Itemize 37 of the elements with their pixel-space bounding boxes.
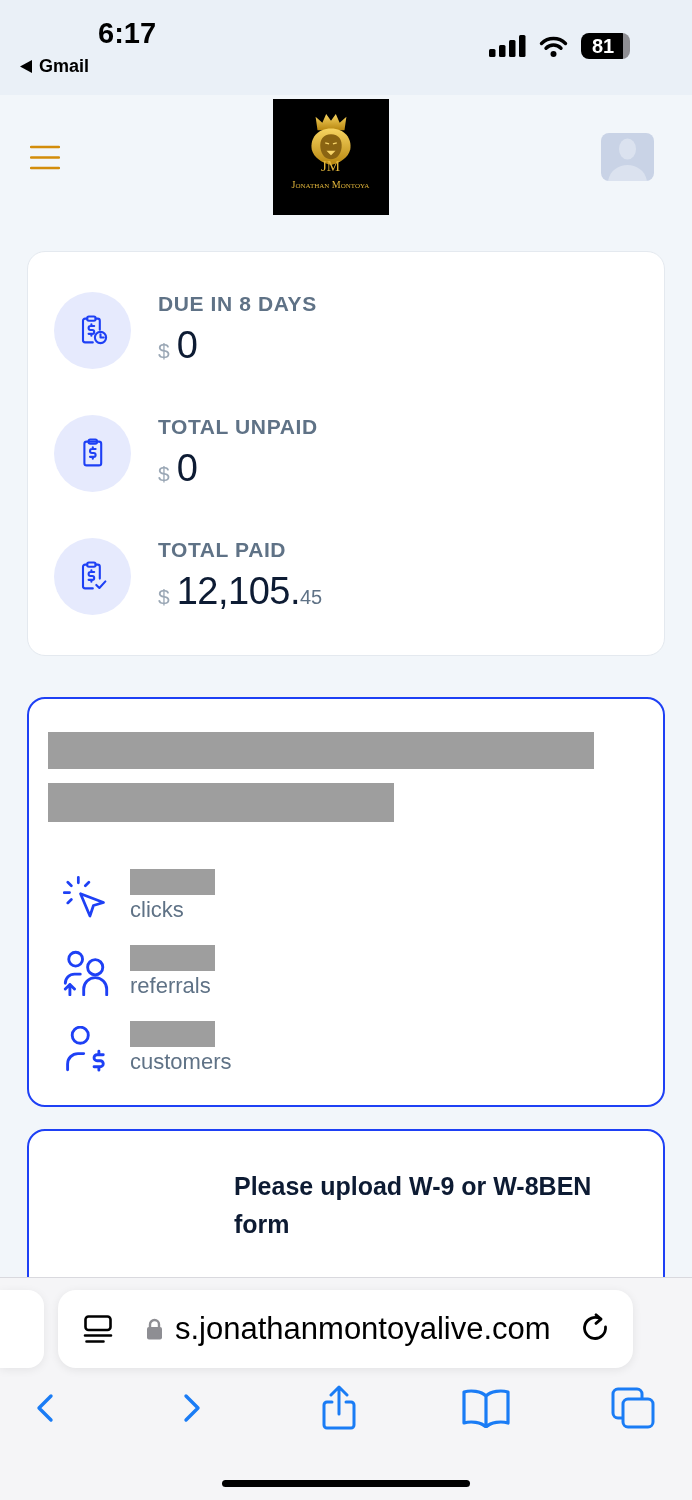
book-icon[interactable] (461, 1388, 511, 1428)
users-arrow-icon (63, 950, 109, 996)
share-icon[interactable] (320, 1385, 358, 1431)
currency-symbol: $ (158, 339, 170, 363)
url-text[interactable]: s.jonathanmontoyalive.com (175, 1311, 551, 1347)
wifi-icon (539, 35, 568, 57)
logo[interactable]: JM Jonathan Montoya (272, 99, 389, 215)
balance-amount: 0 (176, 447, 198, 489)
tabs-icon[interactable] (611, 1387, 655, 1429)
back-to-app-link[interactable]: Gmail (39, 55, 90, 77)
back-icon[interactable] (34, 1393, 56, 1423)
clipboard-dollar-icon (54, 415, 131, 492)
currency-symbol: $ (158, 462, 170, 486)
menu-icon[interactable] (30, 144, 60, 170)
upload-form-message: Please upload W-9 or W-8BEN form (234, 1171, 593, 1240)
address-bar[interactable]: s.jonathanmontoyalive.com (58, 1290, 633, 1368)
clipboard-dollar-check-icon (54, 538, 131, 615)
reader-icon[interactable] (83, 1315, 113, 1343)
battery-indicator: 81 (581, 33, 630, 59)
back-triangle-icon[interactable] (20, 59, 32, 73)
signal-icon (489, 35, 526, 57)
forward-icon[interactable] (181, 1393, 203, 1423)
balance-label: TOTAL UNPAID (158, 415, 318, 439)
clock-time: 6:17 (98, 17, 157, 49)
balance-label: DUE IN 8 DAYS (158, 292, 317, 316)
balance-amount: 0 (176, 324, 198, 366)
balance-amount: 12,105. (176, 570, 300, 612)
lock-icon (146, 1318, 163, 1340)
balance-cents: 45 (300, 586, 323, 608)
clipboard-dollar-clock-icon (54, 292, 131, 369)
stat-label: customers (130, 1048, 232, 1076)
stat-label: clicks (130, 896, 184, 924)
logo-name: Jonathan Montoya (291, 179, 370, 191)
logo-monogram: JM (320, 159, 341, 174)
stat-label: referrals (130, 972, 211, 1000)
currency-symbol: $ (158, 585, 170, 609)
balance-label: TOTAL PAID (158, 538, 287, 562)
